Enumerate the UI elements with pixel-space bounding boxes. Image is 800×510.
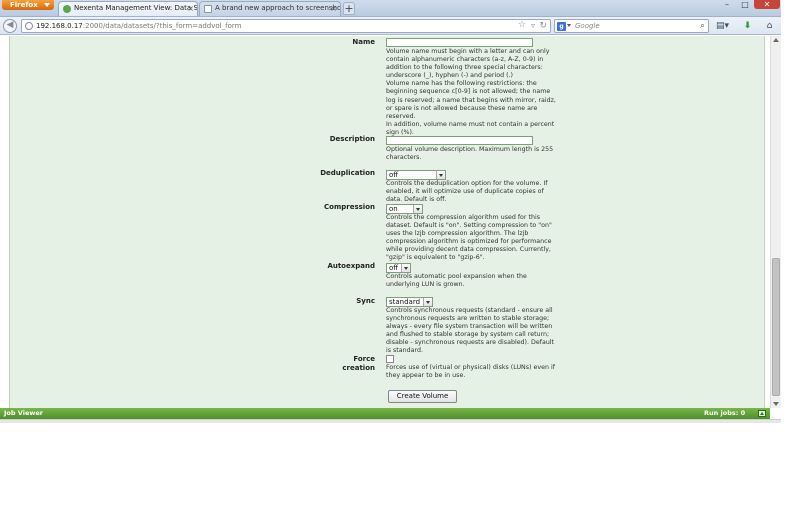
compression-select[interactable]: on — [386, 204, 423, 214]
autoexpand-selected: off — [389, 264, 399, 272]
search-engine-dropdown-icon[interactable] — [567, 24, 571, 27]
scroll-down-icon[interactable] — [773, 402, 779, 406]
volume-name-input[interactable] — [386, 38, 533, 47]
autoexpand-select[interactable]: off — [386, 263, 411, 273]
vertical-scrollbar[interactable] — [770, 36, 781, 408]
autoexpand-control: off Controls automatic pool expansion wh… — [386, 263, 556, 289]
tab-label: A brand new approach to screenshot ... — [215, 4, 341, 12]
chevron-down-icon — [44, 3, 50, 7]
name-help: Volume name must begin with a letter and… — [386, 48, 556, 136]
tools-menu-icon[interactable]: ▤▾ — [716, 20, 729, 32]
expand-toggle-icon[interactable] — [758, 410, 766, 417]
firefox-menu-label: Firefox — [10, 1, 38, 9]
google-icon[interactable]: g — [557, 22, 566, 31]
minimize-button[interactable]: – — [718, 0, 736, 9]
job-viewer-bar[interactable]: Job Viewer Run jobs: 0 — [0, 408, 770, 419]
force-creation-control: Forces use of (virtual or physical) disk… — [386, 355, 556, 380]
search-bar[interactable]: g Google ⌕ — [554, 19, 709, 33]
url-bar[interactable]: 192.168.0.17:2000/data/datasets/?this_fo… — [21, 19, 551, 33]
force-creation-checkbox[interactable] — [386, 355, 394, 363]
scrollbar-thumb[interactable] — [772, 258, 780, 396]
new-tab-button[interactable]: + — [343, 2, 355, 15]
description-help: Optional volume description. Maximum len… — [386, 146, 554, 162]
browser-window: Firefox Nexenta Management View: Data Se… — [0, 0, 781, 423]
url-path: :2000/data/datasets/?this_form=addvol_fo… — [82, 22, 242, 30]
create-volume-button[interactable]: Create Volume — [388, 390, 457, 403]
name-control: Volume name must begin with a letter and… — [386, 38, 557, 137]
run-jobs-count: Run jobs: 0 — [704, 409, 746, 417]
close-icon[interactable]: × — [187, 2, 194, 15]
horizontal-scrollbar[interactable] — [0, 419, 781, 423]
name-label: Name — [352, 38, 375, 46]
compression-help: Controls the compression algorithm used … — [386, 214, 552, 262]
description-label: Description — [329, 135, 375, 143]
deduplication-label: Deduplication — [320, 169, 375, 177]
page-content: Name Volume name must begin with a lette… — [0, 36, 770, 408]
tab-nexenta[interactable]: Nexenta Management View: Data Sets × — [58, 1, 198, 16]
compression-selected: on — [389, 205, 398, 213]
sync-help: Controls synchronous requests (standard … — [386, 307, 555, 355]
back-arrow-icon[interactable]: ◀ — [3, 19, 17, 33]
force-creation-label: Force creation — [342, 355, 375, 372]
chevron-down-icon — [423, 298, 432, 306]
chevron-down-icon — [413, 205, 422, 213]
window-close-button[interactable]: ✕ — [754, 0, 780, 9]
nexenta-favicon-icon — [63, 5, 71, 13]
tab-screenshot[interactable]: A brand new approach to screenshot ... × — [199, 1, 341, 16]
page-favicon-icon — [204, 5, 212, 13]
navigation-bar: ◀ 192.168.0.17:2000/data/datasets/?this_… — [0, 17, 781, 35]
chevron-down-icon — [401, 264, 410, 272]
globe-icon — [25, 22, 33, 30]
maximize-button[interactable]: □ — [736, 0, 754, 9]
add-volume-form: Name Volume name must begin with a lette… — [9, 36, 765, 408]
chevron-down-icon — [436, 171, 445, 179]
autoexpand-help: Controls automatic pool expansion when t… — [386, 273, 527, 289]
home-icon[interactable]: ⌂ — [763, 20, 776, 32]
job-viewer-title: Job Viewer — [4, 409, 43, 417]
history-dropdown-icon[interactable]: ▿ — [531, 20, 535, 32]
firefox-menu-button[interactable]: Firefox — [2, 0, 54, 10]
force-creation-help: Forces use of (virtual or physical) disk… — [386, 364, 555, 380]
search-icon[interactable]: ⌕ — [700, 20, 705, 32]
description-input[interactable] — [386, 136, 533, 145]
compression-control: on Controls the compression algorithm us… — [386, 204, 556, 263]
deduplication-select[interactable]: off — [386, 170, 446, 180]
bookmark-star-icon[interactable]: ☆ — [518, 20, 526, 30]
url-text: 192.168.0.17:2000/data/datasets/?this_fo… — [36, 21, 241, 32]
url-host: 192.168.0.17 — [36, 22, 83, 30]
close-icon[interactable]: × — [330, 2, 337, 15]
reload-icon[interactable]: ↻ — [539, 20, 547, 32]
description-control: Optional volume description. Maximum len… — [386, 136, 556, 162]
compression-label: Compression — [324, 203, 375, 211]
sync-selected: standard — [389, 298, 421, 306]
deduplication-control: off Controls the deduplication option fo… — [386, 170, 556, 204]
sync-select[interactable]: standard — [386, 297, 433, 307]
tab-label: Nexenta Management View: Data Sets — [74, 4, 198, 12]
download-icon[interactable]: ⬇ — [741, 20, 754, 32]
search-placeholder: Google — [575, 22, 600, 30]
sync-control: standard Controls synchronous requests (… — [386, 297, 556, 356]
deduplication-help: Controls the deduplication option for th… — [386, 180, 548, 204]
tab-bar: Firefox Nexenta Management View: Data Se… — [0, 0, 781, 17]
sync-label: Sync — [356, 297, 375, 305]
deduplication-selected: off — [389, 171, 399, 179]
scroll-up-icon[interactable] — [773, 38, 779, 42]
autoexpand-label: Autoexpand — [327, 262, 375, 270]
